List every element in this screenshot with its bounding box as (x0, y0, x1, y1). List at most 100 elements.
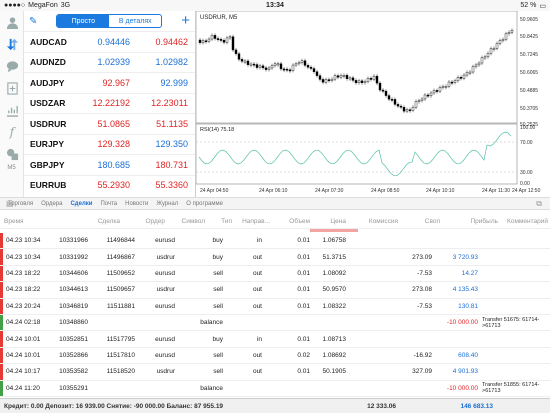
cell-swap: 273.08 (412, 286, 432, 294)
column-header[interactable]: Направ... (242, 218, 270, 225)
column-header[interactable]: Цена (330, 218, 346, 225)
quote-row[interactable]: AUDNZD 1.02939 1.02982 (24, 51, 195, 73)
cell-deal: 10331992 (59, 253, 88, 261)
tab-simple[interactable]: Просто (57, 15, 110, 27)
cell-deal: 10344606 (59, 269, 88, 277)
chart-title: USDRUR, M5 (200, 15, 238, 21)
table-row[interactable]: 04.24 02:18 10348860 balance -10 000.00 Tran… (0, 314, 550, 332)
window-layout-icon[interactable]: ⧉ (536, 199, 542, 209)
cell-price: 50.9570 (322, 286, 347, 294)
column-header[interactable]: Комментарий (507, 218, 548, 225)
candle-body (336, 75, 340, 78)
time-tick: 24 Apr 11:30 (482, 188, 510, 194)
nav-objects-button[interactable] (0, 143, 24, 165)
column-header[interactable]: Ордер (145, 218, 165, 225)
nav-chat-button[interactable] (0, 55, 24, 77)
tab-1[interactable]: Ордера (41, 201, 62, 207)
column-header[interactable]: Символ (182, 218, 205, 225)
column-header[interactable]: Своп (425, 218, 440, 225)
column-header[interactable]: Прибыль (471, 218, 499, 225)
candle-body (372, 75, 376, 80)
cell-profit: -10 000.00 (446, 319, 478, 327)
tile-icon[interactable]: ▤ (6, 199, 14, 208)
candle-body (297, 62, 301, 65)
table-row[interactable]: 04.24 10:01 10352866 11517810 eurusd sell out… (0, 347, 550, 365)
quote-row[interactable]: EURJPY 129.328 129.350 (24, 133, 195, 155)
cell-time: 04.24 10:01 (6, 351, 41, 359)
add-symbol-icon[interactable]: + (181, 13, 190, 28)
table-row[interactable]: 04.24 11:20 10355291 balance -10 000.00 Tran… (0, 380, 550, 397)
cell-deal: 10346819 (59, 302, 88, 310)
candle-body (408, 109, 412, 112)
candle-body (279, 63, 283, 70)
quote-bid: 180.685 (97, 159, 130, 170)
candle-body (477, 62, 481, 66)
candle-body (393, 99, 397, 105)
candle-body (309, 67, 313, 69)
edit-pencil-icon[interactable]: ✎ (29, 16, 37, 27)
quote-row[interactable]: AUDJPY 92.967 92.999 (24, 72, 195, 93)
nav-new-order-button[interactable] (0, 77, 24, 99)
table-row[interactable]: 04.23 10:34 10331966 11496844 eurusd buy in 0.… (0, 233, 550, 250)
candle-body (282, 68, 286, 71)
candle-body (468, 71, 472, 74)
nav-quotes-button[interactable] (0, 33, 24, 55)
quote-row[interactable]: EURRUB 55.2930 55.3360 (24, 174, 195, 196)
chat-icon (6, 60, 18, 72)
candle-body (453, 80, 457, 83)
chart-canvas[interactable]: USDRUR, M5 RSI(14) 75.18 50.9605 50.8425 50.… (195, 10, 550, 197)
table-row[interactable]: 04.24 10:17 10353582 11518520 usdrur sell out… (0, 364, 550, 381)
quote-row[interactable]: USDRUR 51.0865 51.1135 (24, 113, 195, 134)
candle-body (213, 35, 217, 39)
cell-volume: 0.01 (297, 368, 310, 376)
tab-6[interactable]: О программе (186, 201, 223, 207)
quote-symbol: AUDJPY (30, 77, 65, 88)
price-chart[interactable]: USDRUR, M5 RSI(14) 75.18 50.9605 50.8425 50.… (195, 10, 550, 197)
cell-deal: 10355291 (59, 384, 88, 392)
candle-body (441, 86, 445, 88)
cell-symbol: eurusd (155, 351, 175, 359)
column-header[interactable]: Время (4, 218, 24, 225)
timeframe-label[interactable]: M5 (0, 165, 23, 171)
candle-body (462, 74, 466, 79)
column-header[interactable]: Сделка (98, 218, 120, 225)
candle-body (414, 101, 418, 108)
quote-symbol: USDRUR (30, 118, 67, 129)
cell-profit: 3 720.93 (452, 253, 478, 261)
quote-row[interactable]: GBPJPY 180.685 180.731 (24, 154, 195, 175)
deal-type-marker (0, 380, 3, 396)
cell-time: 04.23 10:34 (6, 237, 41, 245)
time-tick: 24 Apr 07:30 (315, 188, 344, 194)
table-row[interactable]: 04.23 20:24 10346819 11511881 eurusd sell out… (0, 298, 550, 315)
cell-type: sell (213, 269, 223, 277)
tab-5[interactable]: Журнал (156, 201, 178, 207)
column-header[interactable]: Объем (289, 218, 310, 225)
tab-2[interactable]: Сделки (70, 201, 92, 207)
nav-account-button[interactable] (0, 11, 24, 33)
table-row[interactable]: 04.23 18:22 10344613 11509657 usdrur sell out… (0, 282, 550, 299)
table-row[interactable]: 04.23 10:34 10331992 11496867 usdrur buy out 0… (0, 249, 550, 266)
quote-bid: 129.328 (97, 139, 130, 150)
tab-4[interactable]: Новости (125, 201, 148, 207)
cell-volume: 0.01 (297, 286, 310, 294)
quote-bid: 92.967 (102, 77, 130, 88)
price-tick: 50.4885 (520, 88, 538, 94)
tab-3[interactable]: Почта (100, 201, 117, 207)
candle-body (456, 77, 460, 81)
column-header[interactable]: Комиссия (369, 218, 398, 225)
table-row[interactable]: 04.23 18:22 10344606 11509652 eurusd sell out… (0, 265, 550, 283)
nav-indicators-button[interactable]: f (0, 121, 24, 143)
table-row[interactable]: 04.24 10:01 10352851 11517795 eurusd buy in 0.… (0, 331, 550, 348)
candle-body (402, 107, 406, 112)
candle-body (252, 63, 256, 66)
nav-chart-button[interactable] (0, 99, 24, 121)
cell-dir: out (252, 302, 262, 310)
time-tick: 24 Apr 10:10 (426, 188, 455, 194)
tab-detail[interactable]: В деталях (109, 15, 161, 27)
candle-body (360, 80, 364, 83)
cell-type: balance (200, 319, 223, 327)
quote-row[interactable]: AUDCAD 0.94446 0.94462 (24, 31, 195, 52)
column-header[interactable]: Тип (221, 218, 232, 225)
quote-symbol: USDZAR (30, 98, 66, 109)
quote-row[interactable]: USDZAR 12.22192 12.23011 (24, 92, 195, 114)
